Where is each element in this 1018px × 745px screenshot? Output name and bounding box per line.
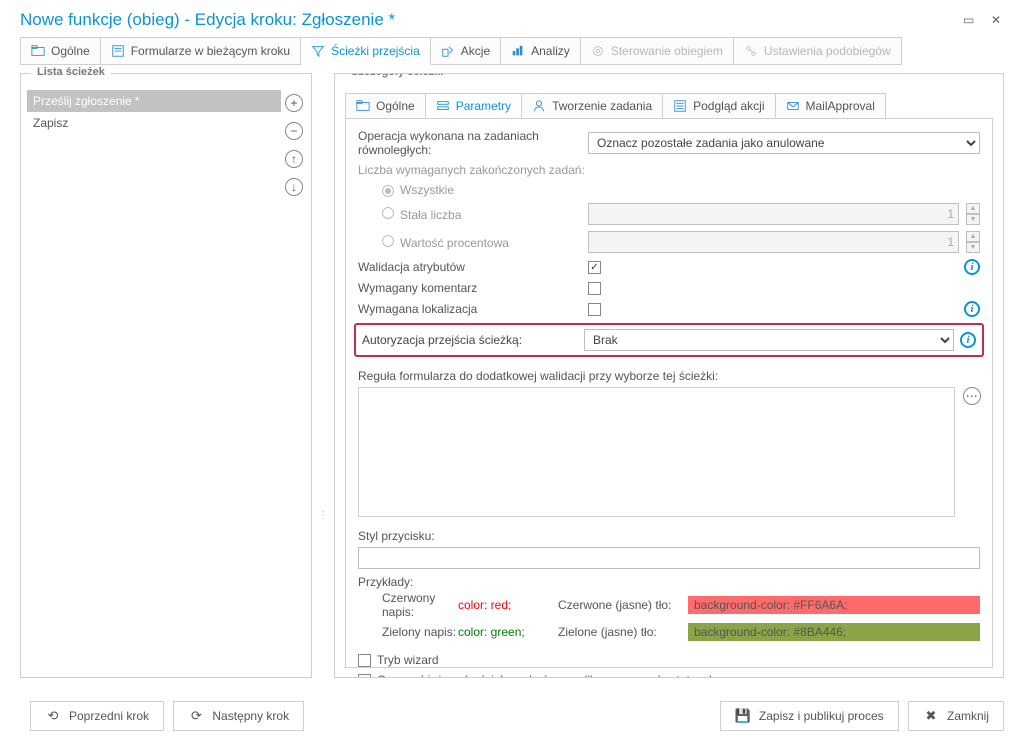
spinner-icon: ▲▼ bbox=[966, 231, 980, 253]
paths-list-title: Lista ścieżek bbox=[31, 66, 111, 78]
spinner-icon: ▲▼ bbox=[966, 203, 980, 225]
chart-icon bbox=[511, 44, 525, 58]
style-input[interactable] bbox=[358, 547, 980, 569]
require-comment-label: Wymagany komentarz bbox=[358, 281, 588, 295]
opt-all: Wszystkie bbox=[358, 183, 588, 197]
subtab-parameters[interactable]: Parametry bbox=[426, 93, 522, 119]
splitter-handle[interactable]: ⋮ bbox=[320, 73, 326, 678]
tab-flowcontrol: Sterowanie obiegiem bbox=[581, 37, 734, 65]
window-minimize-icon[interactable]: ▭ bbox=[961, 13, 977, 27]
close-button[interactable]: ✖ Zamknij bbox=[908, 701, 1004, 731]
window-title: Nowe funkcje (obieg) - Edycja kroku: Zgł… bbox=[20, 10, 395, 30]
info-icon[interactable]: i bbox=[960, 332, 976, 348]
details-title: Szczegóły ścieżki bbox=[345, 73, 449, 78]
next-step-button[interactable]: ⟳ Następny krok bbox=[173, 701, 304, 731]
percent-number-input bbox=[588, 231, 959, 253]
mark-done-label: Oznacz bieżący krok jako zakończony (iko… bbox=[377, 673, 713, 678]
info-icon[interactable]: i bbox=[964, 301, 980, 317]
add-path-button[interactable]: + bbox=[285, 94, 303, 112]
example-greenbg-label: Zielone (jasne) tło: bbox=[558, 625, 688, 639]
list-icon bbox=[673, 99, 687, 113]
move-down-button[interactable]: ↓ bbox=[285, 178, 303, 196]
style-label: Styl przycisku: bbox=[358, 529, 980, 543]
subtab-preview[interactable]: Podgląd akcji bbox=[663, 93, 775, 119]
close-icon: ✖ bbox=[923, 708, 939, 724]
params-icon bbox=[436, 99, 450, 113]
example-redbg-label: Czerwone (jasne) tło: bbox=[558, 598, 688, 612]
tab-forms[interactable]: Formularze w bieżącym kroku bbox=[101, 37, 301, 65]
example-redbg-code: background-color: #FF6A6A; bbox=[688, 596, 980, 614]
require-location-label: Wymagana lokalizacja bbox=[358, 302, 588, 316]
tab-subflow: Ustawienia podobiegów bbox=[734, 37, 902, 65]
info-icon[interactable]: i bbox=[964, 259, 980, 275]
path-item-selected[interactable]: Prześlij zgłoszenie * bbox=[27, 90, 281, 112]
validate-attrs-checkbox[interactable]: ✓ bbox=[588, 261, 601, 274]
form-icon bbox=[111, 44, 125, 58]
rule-textarea[interactable] bbox=[358, 387, 955, 517]
path-item[interactable]: Zapisz bbox=[27, 112, 281, 134]
path-details-panel: Szczegóły ścieżki Ogólne Parametry Tworz… bbox=[334, 73, 1004, 678]
validate-attrs-label: Walidacja atrybutów bbox=[358, 260, 588, 274]
require-comment-checkbox[interactable] bbox=[588, 282, 601, 295]
arrow-right-icon: ⟳ bbox=[188, 708, 204, 724]
examples-label: Przykłady: bbox=[358, 575, 980, 589]
example-green-code: color: green; bbox=[458, 625, 558, 639]
subflow-icon bbox=[744, 44, 758, 58]
parallel-op-label: Operacja wykonana na zadaniach równoległ… bbox=[358, 129, 588, 157]
example-green-label: Zielony napis: bbox=[358, 625, 458, 639]
wizard-label: Tryb wizard bbox=[377, 653, 439, 667]
folder-icon bbox=[31, 44, 45, 58]
publish-button[interactable]: 💾 Zapisz i publikuj proces bbox=[720, 701, 899, 731]
subtab-mailapproval[interactable]: MailApproval bbox=[776, 93, 886, 119]
move-up-button[interactable]: ↑ bbox=[285, 150, 303, 168]
user-icon bbox=[532, 99, 546, 113]
window-close-icon[interactable]: ✕ bbox=[988, 13, 1004, 27]
example-red-label: Czerwony napis: bbox=[358, 591, 458, 619]
arrow-left-icon: ⟲ bbox=[45, 708, 61, 724]
fixed-number-input bbox=[588, 203, 959, 225]
prev-step-button[interactable]: ⟲ Poprzedni krok bbox=[30, 701, 164, 731]
auth-path-select[interactable]: Brak bbox=[584, 329, 954, 351]
paths-list-panel: Lista ścieżek Prześlij zgłoszenie * Zapi… bbox=[20, 73, 312, 678]
parallel-op-select[interactable]: Oznacz pozostałe zadania jako anulowane bbox=[588, 132, 980, 154]
auth-path-label: Autoryzacja przejścia ścieżką: bbox=[362, 333, 584, 347]
wizard-checkbox[interactable] bbox=[358, 654, 371, 667]
folder-icon bbox=[356, 99, 370, 113]
example-red-code: color: red; bbox=[458, 598, 558, 612]
rule-more-button[interactable]: ⋯ bbox=[963, 387, 981, 405]
rule-label: Reguła formularza do dodatkowej walidacj… bbox=[358, 369, 980, 383]
subtab-general[interactable]: Ogólne bbox=[345, 93, 426, 119]
tab-actions[interactable]: Akcje bbox=[431, 37, 501, 65]
required-count-label: Liczba wymaganych zakończonych zadań: bbox=[358, 163, 588, 177]
opt-fixed: Stała liczba bbox=[358, 207, 588, 222]
gear-icon bbox=[591, 44, 605, 58]
mail-icon bbox=[786, 99, 800, 113]
auth-path-highlight: Autoryzacja przejścia ścieżką: Brak i bbox=[354, 323, 984, 357]
mark-done-checkbox[interactable]: ✓ bbox=[358, 674, 371, 679]
remove-path-button[interactable]: − bbox=[285, 122, 303, 140]
opt-percent: Wartość procentowa bbox=[358, 235, 588, 250]
filter-icon bbox=[311, 44, 325, 58]
subtab-task[interactable]: Tworzenie zadania bbox=[522, 93, 663, 119]
tab-paths[interactable]: Ścieżki przejścia bbox=[301, 37, 431, 65]
save-icon: 💾 bbox=[735, 708, 751, 724]
tab-analysis[interactable]: Analizy bbox=[501, 37, 581, 65]
tab-general[interactable]: Ogólne bbox=[20, 37, 101, 65]
example-greenbg-code: background-color: #8BA446; bbox=[688, 623, 980, 641]
actions-icon bbox=[441, 44, 455, 58]
require-location-checkbox[interactable] bbox=[588, 303, 601, 316]
